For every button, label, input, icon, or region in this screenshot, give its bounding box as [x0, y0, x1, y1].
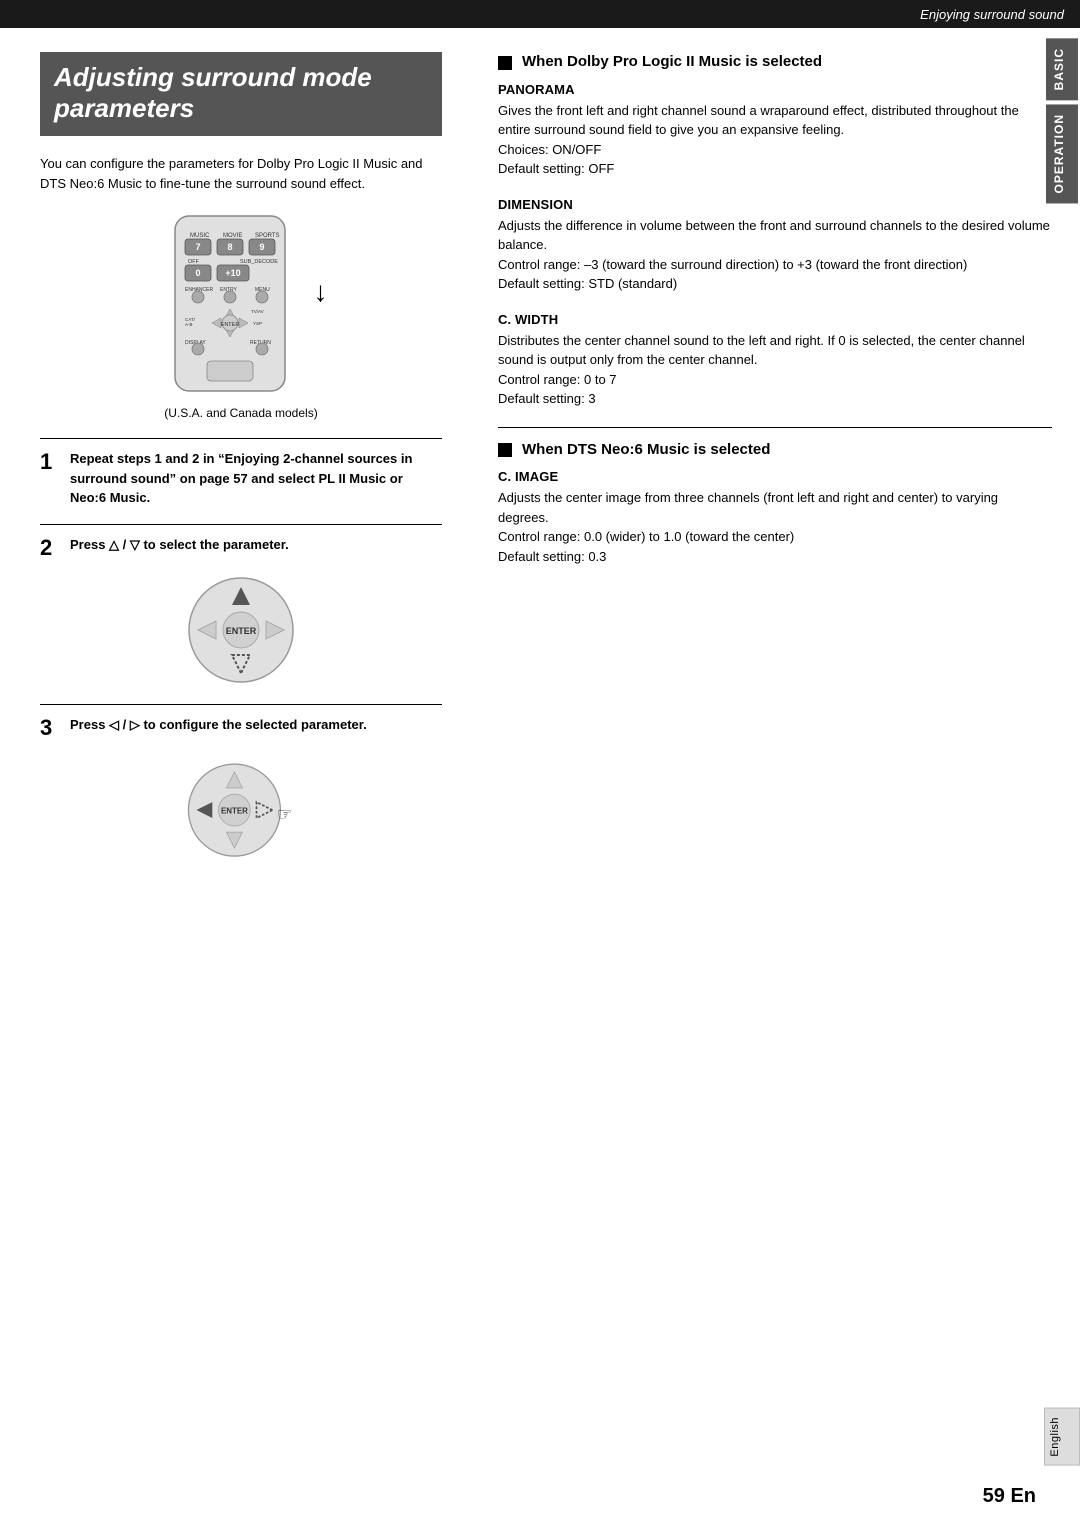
title-box: Adjusting surround mode parameters: [40, 52, 442, 136]
remote-caption: (U.S.A. and Canada models): [164, 406, 317, 420]
top-bar: Enjoying surround sound: [0, 0, 1080, 28]
step-3: 3 Press ◁ / ▷ to configure the selected …: [40, 704, 442, 868]
dolby-section: When Dolby Pro Logic II Music is selecte…: [498, 52, 1052, 409]
remote-area: MUSIC MOVIE SPORTS 7 8 9 OFF SUB_DECODE …: [40, 211, 442, 420]
step-2-number: 2: [40, 537, 62, 559]
svg-text:SUB_DECODE: SUB_DECODE: [240, 259, 278, 265]
language-tab-area: English: [1044, 1408, 1080, 1466]
dimension-section: DIMENSION Adjusts the difference in volu…: [498, 197, 1052, 294]
svg-text:ENTER: ENTER: [225, 626, 256, 636]
cwidth-title: C. WIDTH: [498, 312, 1052, 327]
step-3-number: 3: [40, 717, 62, 739]
svg-text:+10: +10: [225, 268, 240, 278]
remote-image: MUSIC MOVIE SPORTS 7 8 9 OFF SUB_DECODE …: [155, 211, 310, 406]
svg-text:OFF: OFF: [188, 259, 200, 265]
step-2-text: Press △ / ▽ to select the parameter.: [70, 535, 289, 555]
panorama-title: PANORAMA: [498, 82, 1052, 97]
dimension-body: Adjusts the difference in volume between…: [498, 216, 1052, 294]
svg-text:YSP: YSP: [253, 321, 262, 326]
svg-text:8: 8: [227, 242, 232, 252]
language-tab: English: [1044, 1408, 1080, 1466]
operation-tab: OPERATION: [1046, 104, 1078, 203]
cimage-title: C. IMAGE: [498, 469, 1052, 484]
black-square-icon: [498, 56, 512, 70]
dts-section: When DTS Neo:6 Music is selected C. IMAG…: [498, 440, 1052, 567]
dts-section-title: When DTS Neo:6 Music is selected: [522, 440, 770, 460]
svg-text:☞: ☞: [276, 804, 292, 824]
right-column: When Dolby Pro Logic II Music is selecte…: [470, 28, 1080, 908]
svg-text:0: 0: [195, 268, 200, 278]
step-1-number: 1: [40, 451, 62, 473]
step-3-text: Press ◁ / ▷ to configure the selected pa…: [70, 715, 367, 735]
cwidth-section: C. WIDTH Distributes the center channel …: [498, 312, 1052, 409]
page-title: Adjusting surround mode parameters: [54, 62, 428, 124]
step-2: 2 Press △ / ▽ to select the parameter.: [40, 524, 442, 688]
basic-tab: BASIC: [1046, 38, 1078, 100]
cimage-section: C. IMAGE Adjusts the center image from t…: [498, 469, 1052, 566]
cwidth-body: Distributes the center channel sound to …: [498, 331, 1052, 409]
cimage-body: Adjusts the center image from three chan…: [498, 488, 1052, 566]
intro-text: You can configure the parameters for Dol…: [40, 154, 442, 193]
top-bar-title: Enjoying surround sound: [920, 7, 1064, 22]
section-divider: [498, 427, 1052, 428]
step-1-text: Repeat steps 1 and 2 in “Enjoying 2-chan…: [70, 449, 442, 508]
dolby-section-header: When Dolby Pro Logic II Music is selecte…: [498, 52, 1052, 72]
dolby-section-title: When Dolby Pro Logic II Music is selecte…: [522, 52, 822, 72]
dimension-title: DIMENSION: [498, 197, 1052, 212]
svg-text:MUSIC: MUSIC: [190, 233, 210, 239]
svg-text:A-B: A-B: [185, 322, 193, 327]
svg-text:7: 7: [195, 242, 200, 252]
svg-text:MOVIE: MOVIE: [223, 233, 242, 239]
step-3-nav-image: ENTER ☞: [40, 753, 442, 868]
svg-text:SPORTS: SPORTS: [255, 233, 280, 239]
dts-section-header: When DTS Neo:6 Music is selected: [498, 440, 1052, 460]
black-square-icon-2: [498, 443, 512, 457]
down-arrow-indicator: ↓: [314, 276, 328, 308]
svg-text:9: 9: [259, 242, 264, 252]
right-sidebar: BASIC OPERATION: [1044, 28, 1080, 528]
svg-text:ENTER: ENTER: [220, 322, 239, 328]
left-column: Adjusting surround mode parameters You c…: [0, 28, 470, 908]
nav-updown-svg: ENTER: [184, 573, 299, 688]
panorama-section: PANORAMA Gives the front left and right …: [498, 82, 1052, 179]
step-2-nav-image: ENTER: [40, 573, 442, 688]
svg-text:ENTER: ENTER: [220, 806, 247, 815]
svg-text:TV/AV: TV/AV: [251, 309, 264, 314]
panorama-body: Gives the front left and right channel s…: [498, 101, 1052, 179]
step-1: 1 Repeat steps 1 and 2 in “Enjoying 2-ch…: [40, 438, 442, 508]
main-content: Adjusting surround mode parameters You c…: [0, 28, 1080, 908]
nav-leftright-svg: ENTER ☞: [184, 753, 299, 868]
page-number: 59 En: [983, 1485, 1036, 1508]
